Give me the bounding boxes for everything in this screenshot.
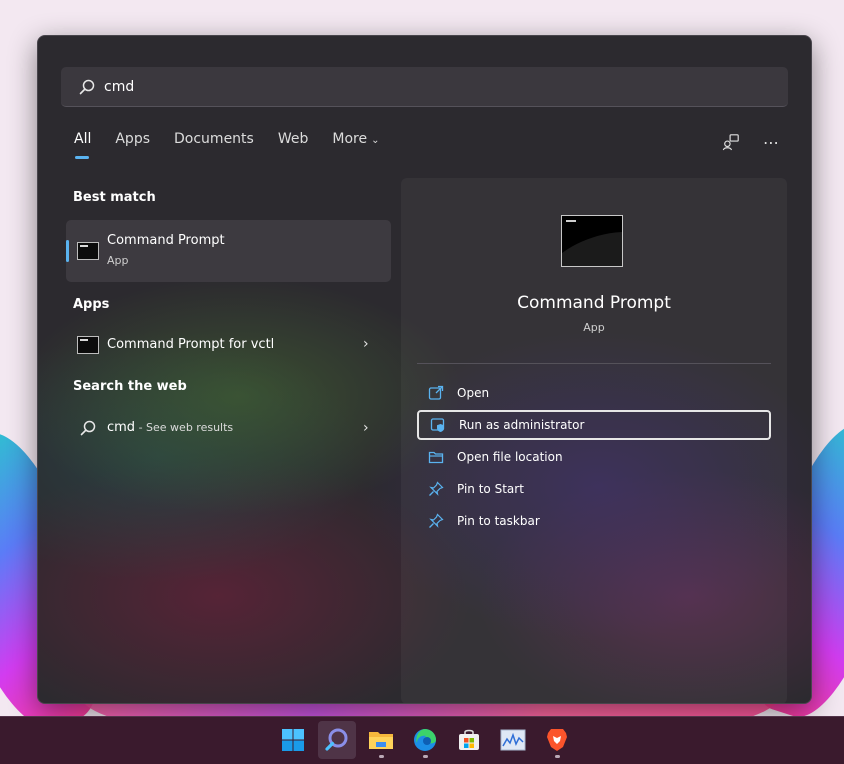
tab-web[interactable]: Web <box>278 131 309 157</box>
running-indicator <box>379 755 384 758</box>
chevron-right-icon: › <box>363 336 369 352</box>
web-suffix: - See web results <box>135 421 234 434</box>
search-panel: cmd All Apps Documents Web More ⌄ ⋯ Best … <box>37 35 812 704</box>
detail-title: Command Prompt <box>517 293 671 313</box>
app-result-name: Command Prompt for vctl <box>107 337 275 352</box>
action-open[interactable]: Open <box>417 379 771 407</box>
action-run-as-administrator[interactable]: Run as administrator <box>417 410 771 440</box>
web-result-text: cmd - See web results <box>107 420 233 435</box>
command-prompt-large-icon <box>561 215 623 267</box>
action-label: Pin to Start <box>457 482 524 496</box>
panel-toolbar: ⋯ <box>721 132 781 152</box>
detail-subtitle: App <box>583 321 605 334</box>
best-match-name: Command Prompt <box>107 233 225 248</box>
command-prompt-icon <box>77 242 99 260</box>
edge-icon[interactable] <box>406 721 444 759</box>
feedback-icon[interactable] <box>721 132 741 152</box>
action-label: Run as administrator <box>459 418 585 432</box>
store-icon[interactable] <box>450 721 488 759</box>
tab-more-label: More <box>332 131 368 147</box>
search-icon[interactable] <box>318 721 356 759</box>
file-explorer-icon[interactable] <box>362 721 400 759</box>
resource-monitor-icon[interactable] <box>494 721 532 759</box>
action-label: Pin to taskbar <box>457 514 540 528</box>
filter-tabs: All Apps Documents Web More ⌄ <box>74 131 403 159</box>
shield-icon <box>429 416 447 434</box>
best-match-item[interactable]: Command Prompt App <box>66 220 391 282</box>
chevron-down-icon: ⌄ <box>371 135 380 146</box>
open-icon <box>427 384 445 402</box>
brave-icon[interactable] <box>538 721 576 759</box>
action-open-file-location[interactable]: Open file location <box>417 443 771 471</box>
taskbar <box>0 716 844 764</box>
web-result-item[interactable]: cmd - See web results › <box>66 404 391 450</box>
search-input[interactable]: cmd <box>104 79 134 95</box>
action-pin-to-start[interactable]: Pin to Start <box>417 475 771 503</box>
tab-documents[interactable]: Documents <box>174 131 254 157</box>
section-search-web: Search the web <box>73 379 187 394</box>
pin-icon <box>427 480 445 498</box>
command-prompt-icon <box>77 336 99 354</box>
action-pin-to-taskbar[interactable]: Pin to taskbar <box>417 507 771 535</box>
tab-more[interactable]: More ⌄ <box>332 131 379 157</box>
search-bar[interactable]: cmd <box>61 67 788 107</box>
app-result-item[interactable]: Command Prompt for vctl › <box>66 320 391 366</box>
tab-apps[interactable]: Apps <box>115 131 150 157</box>
pin-icon <box>427 512 445 530</box>
section-best-match: Best match <box>73 190 156 205</box>
chevron-right-icon: › <box>363 420 369 436</box>
ellipsis-icon[interactable]: ⋯ <box>761 132 781 152</box>
running-indicator <box>555 755 560 758</box>
search-icon <box>78 78 96 96</box>
detail-pane: Command Prompt App Open Run as administr… <box>401 178 787 703</box>
search-icon <box>79 419 97 437</box>
tab-all[interactable]: All <box>74 131 91 159</box>
section-apps: Apps <box>73 297 110 312</box>
action-label: Open file location <box>457 450 563 464</box>
windows-start-icon[interactable] <box>274 721 312 759</box>
best-match-type: App <box>107 254 129 267</box>
running-indicator <box>423 755 428 758</box>
action-label: Open <box>457 386 490 400</box>
divider <box>417 363 771 364</box>
web-query: cmd <box>107 420 136 435</box>
folder-icon <box>427 448 445 466</box>
